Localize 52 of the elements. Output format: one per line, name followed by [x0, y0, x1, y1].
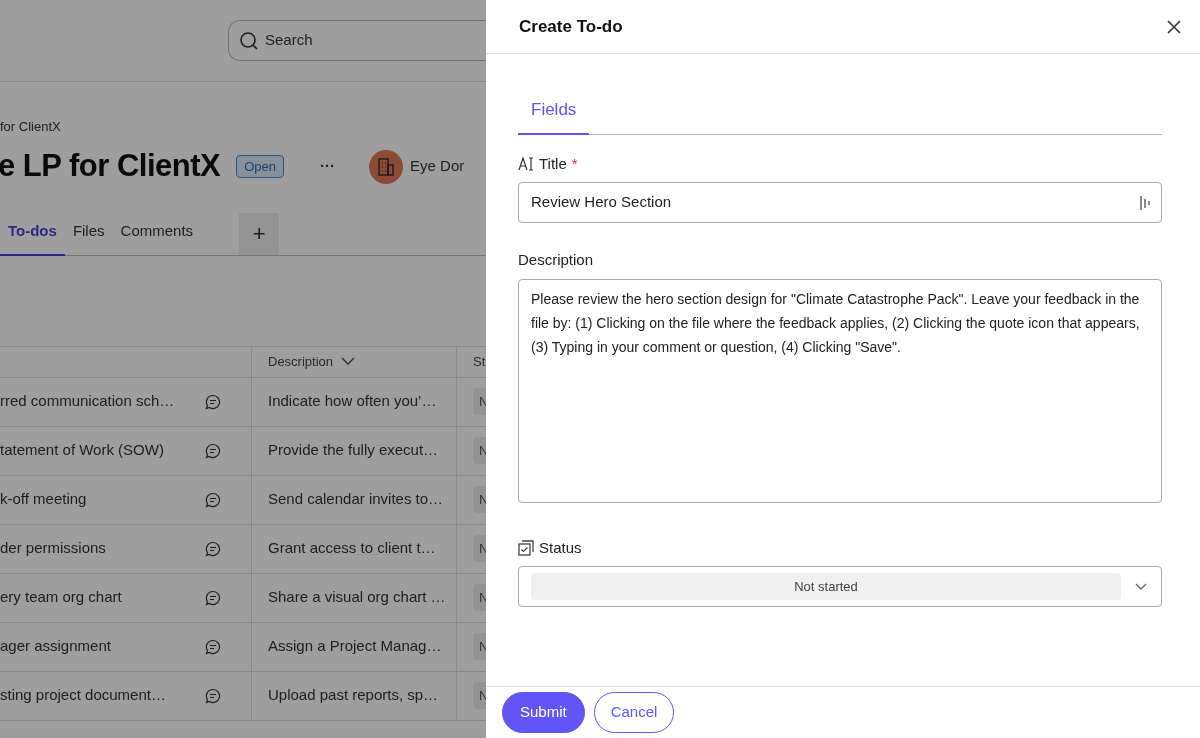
- table-cell-text: Indicate how often you’…: [268, 391, 437, 412]
- table-cell-text: rred communication sch…: [0, 391, 175, 412]
- table-cell-text: Grant access to client t…: [268, 538, 436, 559]
- status-badge: Open: [236, 154, 285, 179]
- tab[interactable]: Comments: [112, 220, 202, 256]
- submit-button[interactable]: Submit: [502, 692, 585, 733]
- search-icon: [239, 30, 259, 51]
- table-cell-text: der permissions: [0, 538, 106, 559]
- column-header[interactable]: Description: [268, 351, 334, 372]
- column-header[interactable]: St: [473, 351, 486, 372]
- required-mark: *: [571, 153, 578, 174]
- checkbox-icon: [518, 539, 534, 556]
- tab[interactable]: To-dos: [0, 220, 65, 256]
- table-cell-text: tatement of Work (SOW): [0, 440, 164, 461]
- table-cell-text: Upload past reports, sp…: [268, 685, 439, 706]
- building-icon: [378, 157, 395, 176]
- comment-icon[interactable]: [205, 393, 221, 410]
- text-field-icon: [518, 156, 534, 171]
- tab[interactable]: Files: [64, 220, 113, 256]
- table-cell-text: k-off meeting: [0, 489, 87, 510]
- comment-icon[interactable]: [205, 442, 221, 459]
- table-cell-text: ery team org chart: [0, 587, 122, 608]
- comment-icon[interactable]: [205, 491, 221, 508]
- field-label: Status: [539, 537, 582, 558]
- comment-icon[interactable]: [205, 687, 221, 704]
- breadcrumb-link[interactable]: for ClientX: [0, 117, 486, 137]
- table-cell-text: Provide the fully execut…: [268, 440, 439, 461]
- chevron-down-icon: [1135, 582, 1147, 591]
- close-icon[interactable]: [1166, 18, 1182, 35]
- table-cell-text: Send calendar invites to…: [268, 489, 444, 510]
- cancel-button[interactable]: Cancel: [593, 692, 675, 733]
- table-cell-text: Assign a Project Manag…: [268, 636, 442, 657]
- search-field[interactable]: Search: [228, 20, 486, 61]
- more-button[interactable]: ···: [320, 155, 336, 178]
- text-input[interactable]: Review Hero Section: [518, 182, 1162, 223]
- page-title: e LP for ClientX: [0, 147, 221, 186]
- field-options-icon: [1139, 194, 1151, 211]
- tab[interactable]: Fields: [518, 91, 590, 135]
- drawer-title: Create To-do: [519, 15, 623, 38]
- status-dropdown[interactable]: Not started: [518, 566, 1162, 607]
- description-field[interactable]: Please review the hero section design for "Climate Catastrophe Pack". Leave your feedback in the file by: (1) Clicking on the file where the feedback applies, (2) Clicking the quote icon that appears, (3) Typing in your comment or question, (4) Clicking "Save".: [518, 278, 1162, 503]
- comment-icon[interactable]: [205, 638, 221, 655]
- field-label: Title: [539, 153, 567, 174]
- comment-icon[interactable]: [205, 540, 221, 557]
- table-cell-text: Share a visual org chart …: [268, 587, 446, 608]
- table-cell-text: ager assignment: [0, 636, 111, 657]
- comment-icon[interactable]: [205, 589, 221, 606]
- add-tab-button[interactable]: +: [239, 212, 280, 255]
- field-label: Description: [518, 250, 594, 270]
- owner-name: Eye Dor: [410, 156, 465, 177]
- chevron-down-icon: [341, 357, 356, 366]
- table-cell-text: sting project document…: [0, 685, 166, 706]
